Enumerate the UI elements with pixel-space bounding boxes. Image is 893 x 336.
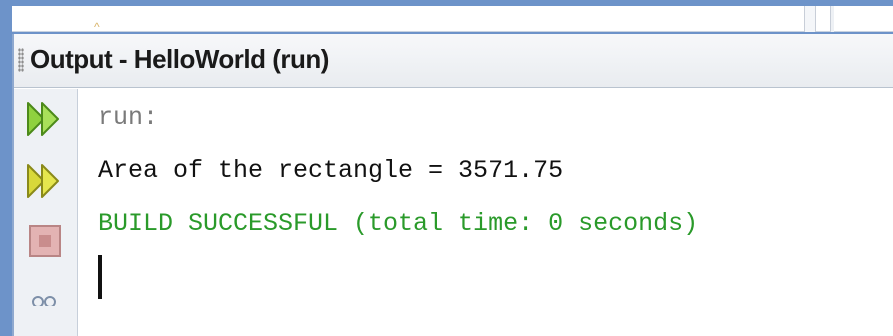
stop-button[interactable] <box>20 219 70 263</box>
editor-area-remnant: ^ <box>12 6 893 34</box>
rerun-icon <box>27 102 59 136</box>
output-window-title: Output - HelloWorld (run) <box>30 44 329 74</box>
console-line-stdout: Area of the rectangle = 3571.75 <box>98 156 564 185</box>
console-line-run: run: <box>98 103 159 132</box>
rerun-with-options-button[interactable] <box>20 159 70 203</box>
console-line-build-status: BUILD SUCCESSFUL (total time: 0 seconds) <box>98 209 699 238</box>
panel-divider[interactable] <box>830 6 834 32</box>
text-cursor <box>98 255 102 300</box>
console-input-line[interactable] <box>90 250 893 303</box>
ide-frame: ^ Output - HelloWorld (run) run: Area of… <box>0 0 893 336</box>
output-window: Output - HelloWorld (run) run: Area of t… <box>12 34 893 336</box>
editor-marker-icon: ^ <box>94 20 100 34</box>
drag-grip-icon[interactable] <box>18 48 24 72</box>
editor-scrollbar[interactable] <box>804 6 816 32</box>
more-icon <box>32 296 56 306</box>
rerun-with-options-icon <box>27 164 59 198</box>
console-output[interactable]: run: Area of the rectangle = 3571.75 BUI… <box>90 89 893 336</box>
output-title-bar[interactable]: Output - HelloWorld (run) <box>14 34 893 88</box>
output-toolbar <box>14 89 78 336</box>
stop-icon <box>29 225 61 257</box>
rerun-button[interactable] <box>20 97 70 141</box>
more-options-button[interactable] <box>20 281 70 311</box>
